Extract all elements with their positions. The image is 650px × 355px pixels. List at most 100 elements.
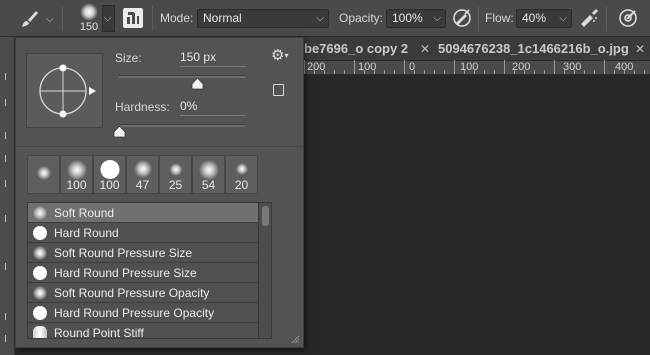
ruler-tick <box>314 70 315 74</box>
opacity-value: 100% <box>392 11 423 25</box>
document-tab-active[interactable]: 5094676238_1c1466216b_o.jpg <box>438 37 629 61</box>
soft-round-icon <box>33 206 47 220</box>
brush-tip-swatch[interactable]: 20 <box>225 155 258 194</box>
preset-name: Hard Round Pressure Size <box>54 266 197 280</box>
tool-icon[interactable] <box>5 132 10 139</box>
tool-icon[interactable] <box>5 73 10 80</box>
ruler-tick <box>564 70 565 74</box>
preset-name: Hard Round Pressure Opacity <box>54 306 215 320</box>
close-tab-icon[interactable]: ✕ <box>635 37 645 61</box>
flow-field[interactable]: 40% ⌵ <box>516 9 572 28</box>
tool-icon[interactable] <box>5 313 10 320</box>
size-field[interactable]: 150 px <box>180 48 246 67</box>
list-scrollbar[interactable] <box>258 203 271 338</box>
flow-value: 40% <box>522 11 547 25</box>
ruler-tick <box>384 70 385 74</box>
ruler-tick <box>404 60 405 74</box>
preset-name: Soft Round Pressure Size <box>54 246 193 260</box>
ruler-tick <box>574 70 575 74</box>
size-slider-track[interactable] <box>119 75 245 78</box>
brush-tip-swatch[interactable]: 100 <box>60 155 93 194</box>
tools-panel-strip <box>0 37 15 355</box>
close-tab-icon[interactable]: ✕ <box>420 37 430 61</box>
soft-brush-tip-icon <box>133 160 152 178</box>
brush-presets-list: Soft Round Hard Round Soft Round Pressur… <box>27 202 272 339</box>
brush-tool-icon[interactable] <box>20 9 40 29</box>
brush-tip-size: 20 <box>234 178 249 192</box>
ruler-tick <box>614 70 615 74</box>
brush-tip-size: 100 <box>66 178 87 192</box>
brush-tip-swatch[interactable]: 100 <box>93 155 126 194</box>
airbrush-icon[interactable] <box>578 7 600 29</box>
ruler-tick <box>354 60 355 74</box>
ruler-tick <box>514 70 515 74</box>
preset-row[interactable]: Hard Round <box>28 223 259 243</box>
recent-brush-tips: 100 100 47 25 54 20 <box>27 155 260 194</box>
ruler-tick <box>634 70 635 74</box>
ruler-tick <box>624 70 625 74</box>
brush-size-preview: 150 <box>79 21 99 33</box>
soft-brush-tip-icon <box>198 160 219 180</box>
soft-brush-tip-icon <box>169 163 182 176</box>
tool-icon[interactable] <box>5 99 10 106</box>
brush-tip-swatch[interactable]: 54 <box>192 155 225 194</box>
ruler-tick <box>484 70 485 74</box>
hard-brush-tip-icon <box>100 160 119 179</box>
brush-settings-panel-icon[interactable] <box>123 8 143 28</box>
ruler-tick <box>334 70 335 74</box>
brush-tip-swatch[interactable] <box>27 155 60 194</box>
tool-icon[interactable] <box>5 335 10 342</box>
flow-label: Flow: <box>485 11 514 25</box>
divider <box>16 146 303 147</box>
scrollbar-thumb[interactable] <box>262 206 269 226</box>
resize-grip-icon[interactable] <box>291 335 300 344</box>
brush-tip-swatch[interactable]: 25 <box>159 155 192 194</box>
document-tab[interactable]: be7696_o copy 2 <box>304 37 408 61</box>
stiff-brush-icon <box>33 326 47 338</box>
new-preset-icon[interactable] <box>273 84 284 96</box>
ruler-tick <box>454 60 455 74</box>
preset-row[interactable]: Hard Round Pressure Size <box>28 263 259 283</box>
ruler-tick <box>394 70 395 74</box>
pressure-opacity-icon[interactable] <box>451 7 473 29</box>
preset-row[interactable]: Hard Round Pressure Opacity <box>28 303 259 323</box>
opacity-field[interactable]: 100% ⌵ <box>386 9 446 28</box>
preset-row[interactable]: Round Point Stiff <box>28 323 259 338</box>
preset-row[interactable]: Soft Round Pressure Opacity <box>28 283 259 303</box>
preset-name: Hard Round <box>54 226 119 240</box>
soft-brush-tip-icon <box>36 166 51 180</box>
tool-preset-chevron-down-icon[interactable]: ⌵ <box>46 14 54 25</box>
tool-icon[interactable] <box>5 180 10 187</box>
gear-icon[interactable]: ⚙▾ <box>271 48 289 64</box>
hardness-label: Hardness: <box>115 100 170 114</box>
soft-brush-tip-icon <box>235 163 248 175</box>
mode-select[interactable]: Normal ⌵ <box>197 9 329 28</box>
preset-name: Soft Round Pressure Opacity <box>54 286 210 300</box>
document-tab-bar: be7696_o copy 2 ✕ 5094676238_1c1466216b_… <box>300 37 650 61</box>
preset-row[interactable]: Soft Round <box>28 203 259 223</box>
hardness-slider-track[interactable] <box>119 124 245 127</box>
brush-preset-picker-panel: Size: 150 px ⚙▾ Hardness: 0% 100 100 47 <box>15 37 304 348</box>
brush-picker-toggle[interactable]: ⌵ <box>102 5 115 32</box>
ruler-label: 300 <box>563 61 582 73</box>
ruler-tick <box>594 70 595 74</box>
tool-icon[interactable] <box>5 155 10 162</box>
hardness-field[interactable]: 0% <box>180 97 246 116</box>
brush-angle-roundness-widget[interactable] <box>26 53 103 128</box>
hard-round-icon <box>33 266 47 280</box>
ruler-tick <box>524 70 525 74</box>
ruler-tick <box>374 70 375 74</box>
preset-name: Soft Round <box>54 206 115 220</box>
soft-brush-tip-icon <box>80 3 98 21</box>
document-canvas[interactable] <box>300 76 650 355</box>
brush-tip-swatch[interactable]: 47 <box>126 155 159 194</box>
ruler-tick <box>344 70 345 74</box>
tool-icon[interactable] <box>5 215 10 222</box>
pressure-size-icon[interactable] <box>617 7 639 29</box>
preset-row[interactable]: Soft Round Pressure Size <box>28 243 259 263</box>
tool-icon[interactable] <box>5 263 10 270</box>
ruler-tick <box>474 70 475 74</box>
ruler-tick <box>464 70 465 74</box>
ruler-tick <box>644 70 645 74</box>
horizontal-ruler: 200 100 0 100 200 300 400 <box>300 60 650 75</box>
